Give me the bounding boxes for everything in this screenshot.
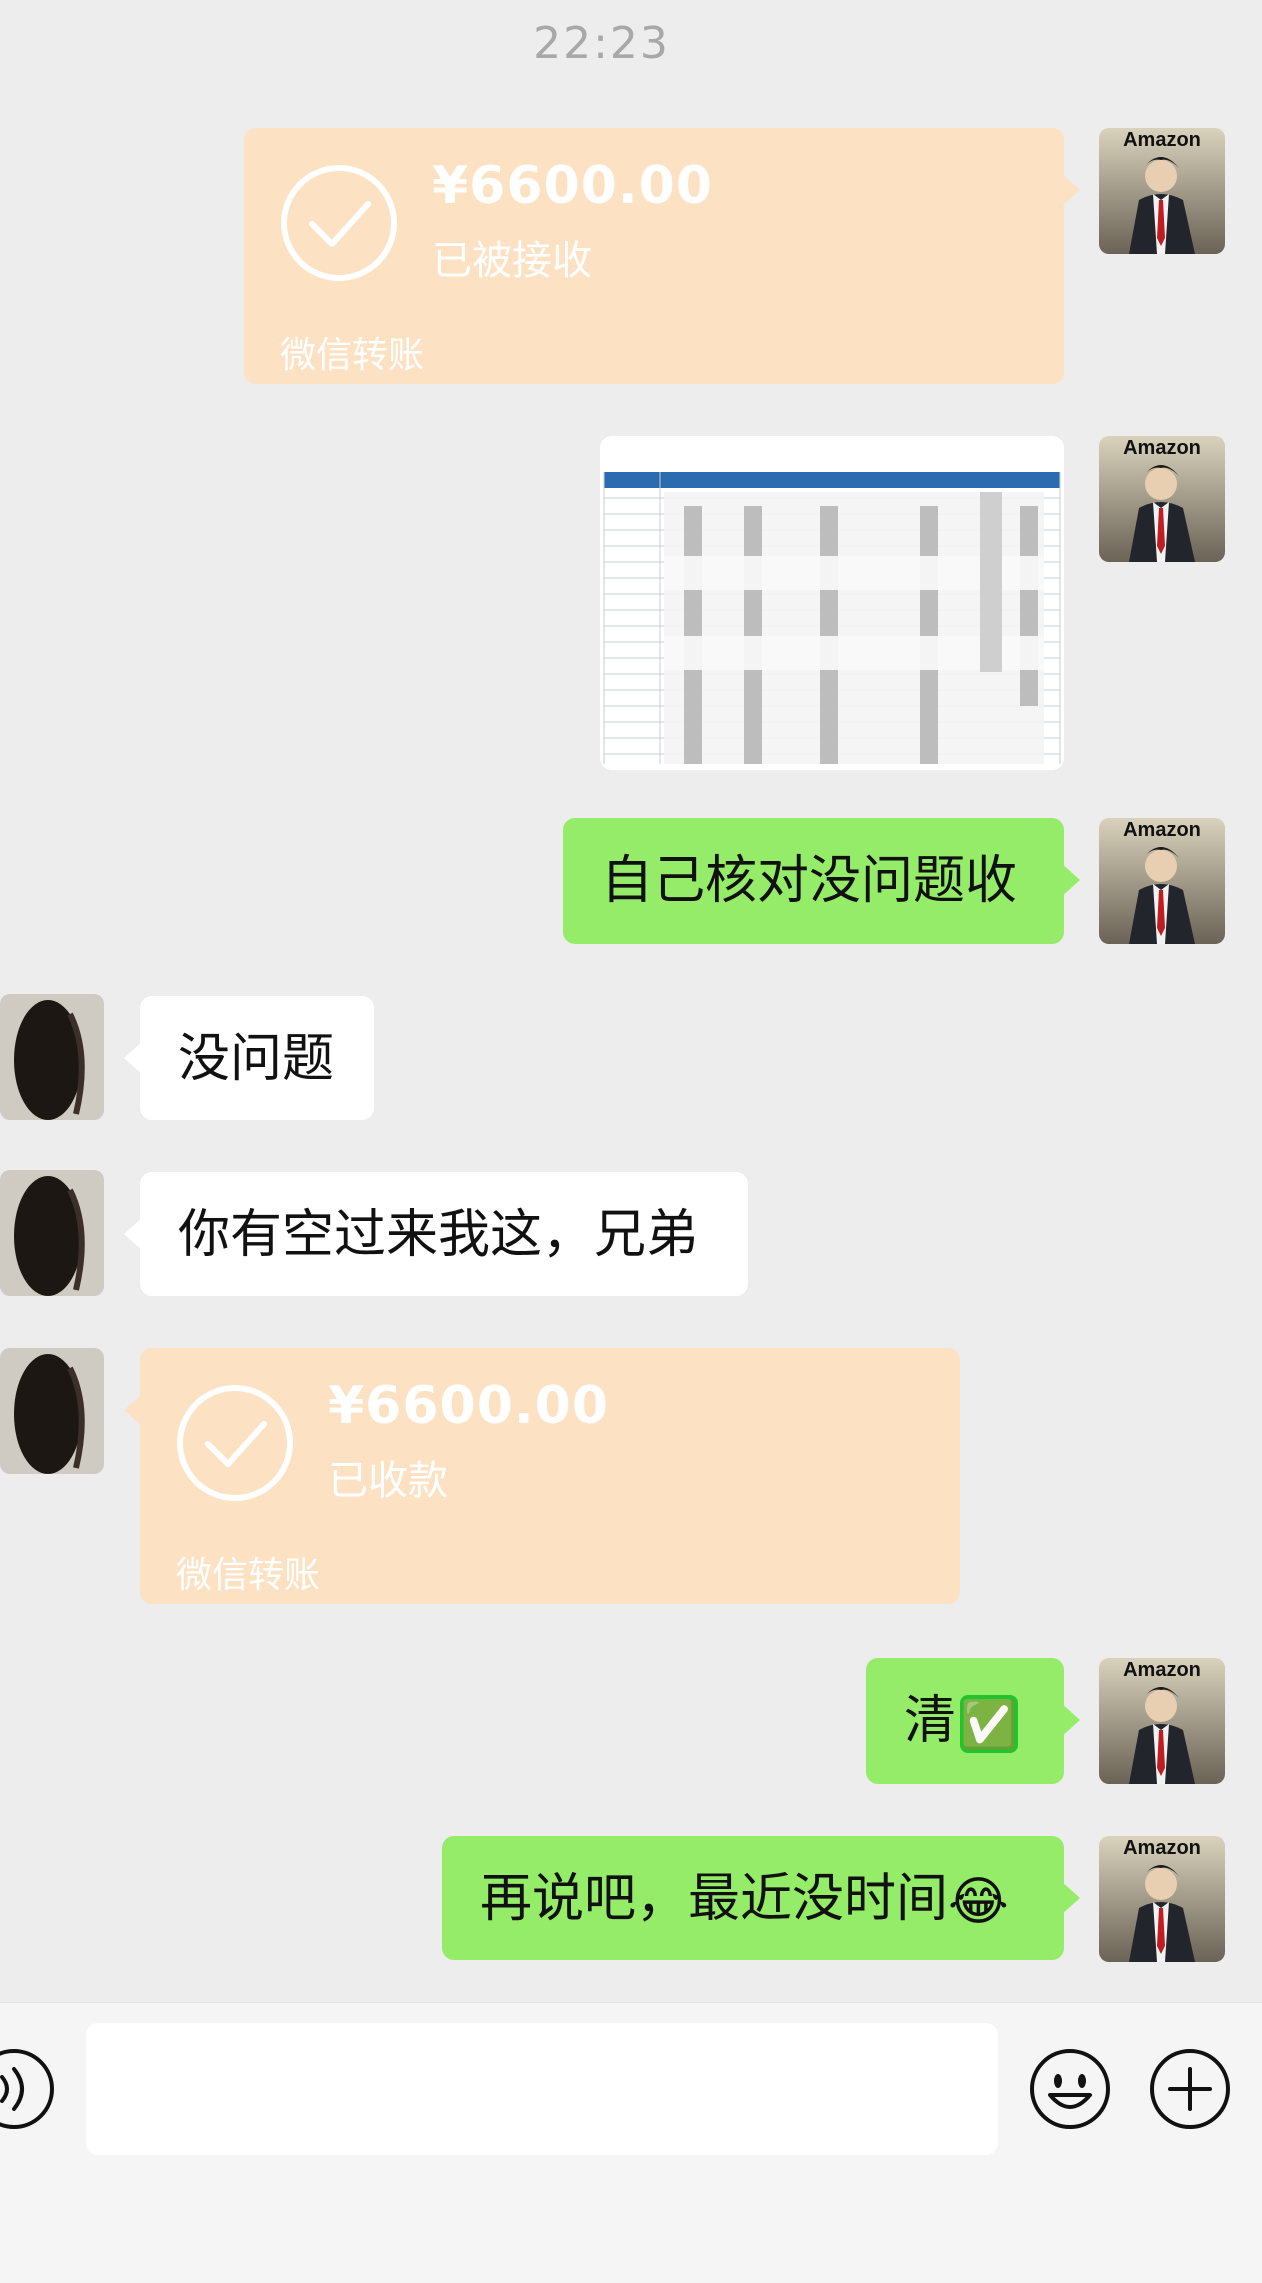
voice-icon[interactable]: [0, 2047, 56, 2131]
self-avatar[interactable]: Amazon: [1099, 1658, 1225, 1784]
avatar-label: Amazon: [1123, 819, 1201, 841]
transfer-brand: 微信转账: [280, 335, 425, 376]
laughing-tears-emoji: 😂: [948, 1872, 1009, 1932]
check-mark-emoji: ✅: [960, 1695, 1019, 1753]
message-text: 清: [904, 1691, 957, 1751]
message-bubble-sent[interactable]: 清✅: [866, 1658, 1080, 1784]
message-bubble-received[interactable]: 你有空过来我这，兄弟: [124, 1172, 748, 1296]
contact-avatar[interactable]: [0, 994, 104, 1120]
transfer-card-sent[interactable]: ¥6600.00 已被接收 微信转账: [244, 128, 1080, 384]
message-text: 没问题: [178, 1029, 335, 1089]
transfer-card-received[interactable]: ¥6600.00 已收款 微信转账: [124, 1348, 960, 1604]
check-circle-icon: [281, 165, 397, 281]
self-avatar[interactable]: Amazon: [1099, 818, 1225, 944]
avatar-label: Amazon: [1123, 1837, 1201, 1859]
transfer-status: 已收款: [328, 1458, 448, 1504]
self-avatar[interactable]: Amazon: [1099, 1836, 1225, 1962]
transfer-amount: ¥6600.00: [432, 156, 714, 216]
avatar-label: Amazon: [1123, 1659, 1201, 1681]
message-input[interactable]: [86, 2023, 998, 2155]
contact-avatar[interactable]: [0, 1348, 104, 1474]
smiley-icon[interactable]: [1028, 2047, 1112, 2131]
message-bubble-sent[interactable]: 再说吧，最近没时间😂: [442, 1836, 1080, 1960]
avatar-label: Amazon: [1123, 129, 1201, 151]
message-bubble-received[interactable]: 没问题: [124, 996, 374, 1120]
check-circle-icon: [177, 1385, 293, 1501]
message-text: 你有空过来我这，兄弟: [178, 1205, 699, 1265]
transfer-status: 已被接收: [432, 238, 592, 284]
spreadsheet-image[interactable]: [600, 436, 1064, 770]
transfer-amount: ¥6600.00: [328, 1376, 610, 1436]
transfer-brand: 微信转账: [176, 1555, 321, 1596]
message-text: 自己核对没问题收: [601, 851, 1018, 911]
timestamp: 22:23: [533, 18, 670, 69]
message-bubble-sent[interactable]: 自己核对没问题收: [563, 818, 1080, 944]
contact-avatar[interactable]: [0, 1170, 104, 1296]
input-bar: [0, 2002, 1262, 2283]
self-avatar[interactable]: Amazon: [1099, 128, 1225, 254]
plus-icon[interactable]: [1148, 2047, 1232, 2131]
avatar-label: Amazon: [1123, 437, 1201, 459]
message-text: 再说吧，最近没时间: [480, 1869, 949, 1929]
self-avatar[interactable]: Amazon: [1099, 436, 1225, 562]
